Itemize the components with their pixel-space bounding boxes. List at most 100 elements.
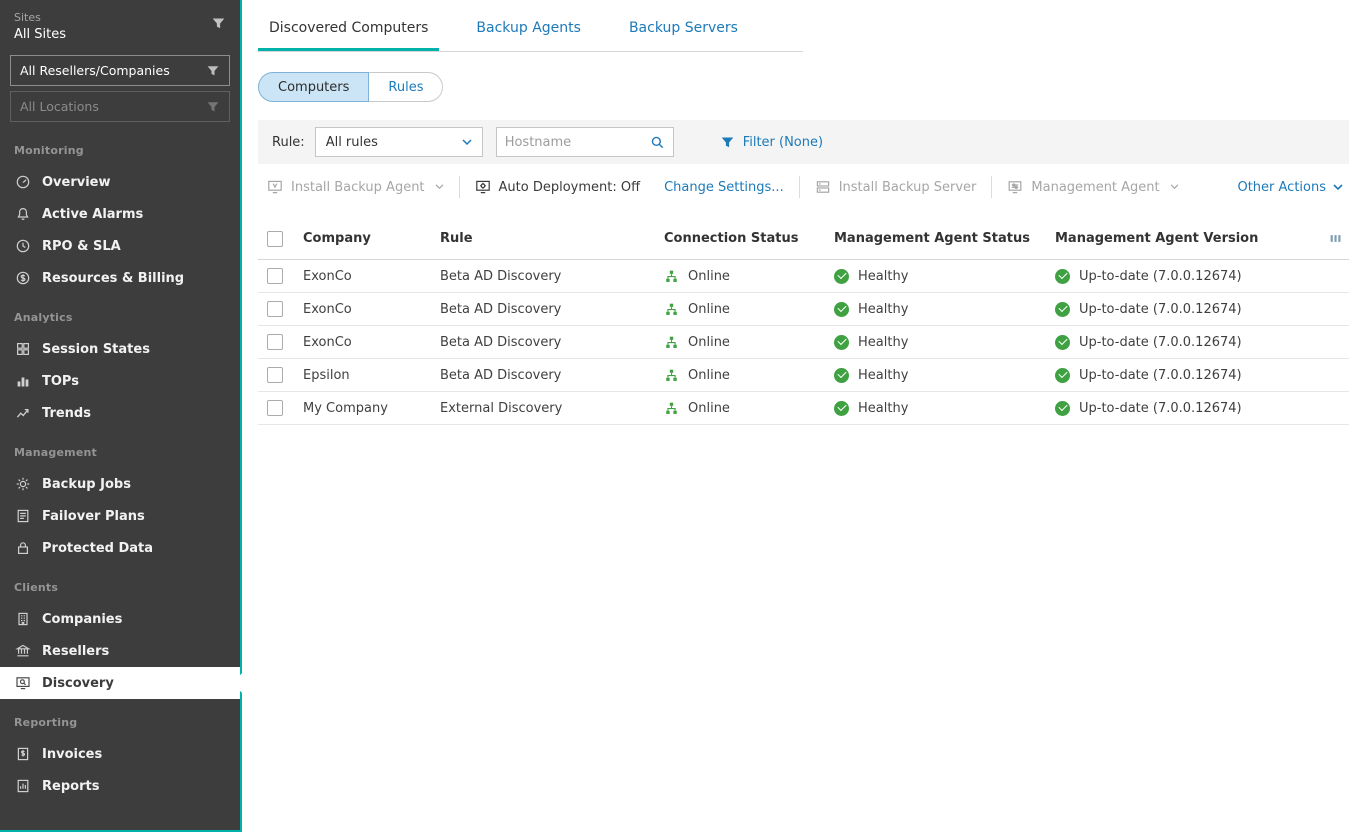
- table-row[interactable]: My Company External Discovery Online Hea…: [258, 392, 1349, 425]
- up-to-date-check-icon: [1055, 368, 1070, 383]
- auto-deployment-button[interactable]: Auto Deployment: Off: [466, 179, 650, 195]
- cell-connection-status: Online: [664, 302, 834, 317]
- sidebar-item-label: Protected Data: [42, 541, 153, 556]
- building-icon: [14, 611, 31, 628]
- table-row[interactable]: Epsilon Beta AD Discovery Online Healthy…: [258, 359, 1349, 392]
- row-checkbox[interactable]: [267, 301, 283, 317]
- toggle-rules[interactable]: Rules: [369, 72, 443, 102]
- toggle-computers[interactable]: Computers: [258, 72, 369, 102]
- cell-connection-status: Online: [664, 401, 834, 416]
- other-actions-label: Other Actions: [1237, 180, 1326, 195]
- other-actions-button[interactable]: Other Actions: [1231, 180, 1349, 195]
- change-settings-link[interactable]: Change Settings...: [655, 180, 793, 195]
- column-header-company[interactable]: Company: [303, 231, 440, 246]
- sidebar-item-label: Failover Plans: [42, 509, 145, 524]
- sidebar-item-discovery[interactable]: Discovery: [0, 667, 240, 699]
- trend-line-icon: [14, 405, 31, 422]
- filter-none-button[interactable]: Filter (None): [720, 135, 823, 150]
- sidebar-item-resources-billing[interactable]: Resources & Billing: [0, 262, 240, 294]
- sidebar-item-label: Backup Jobs: [42, 477, 131, 492]
- sidebar-item-trends[interactable]: Trends: [0, 397, 240, 429]
- sidebar-item-label: Discovery: [42, 676, 114, 691]
- online-network-icon: [664, 302, 679, 317]
- sidebar-item-label: Reports: [42, 779, 99, 794]
- install-backup-server-icon: [815, 179, 831, 195]
- column-header-connection-status[interactable]: Connection Status: [664, 231, 834, 246]
- overview-icon: [14, 174, 31, 191]
- sidebar-item-label: Trends: [42, 406, 91, 421]
- agent-status-text: Healthy: [858, 302, 908, 317]
- sidebar-item-rpo-sla[interactable]: RPO & SLA: [0, 230, 240, 262]
- filter-bar: Rule: All rules Filter (None): [258, 120, 1349, 164]
- connection-status-text: Online: [688, 302, 730, 317]
- select-all-checkbox[interactable]: [267, 231, 283, 247]
- sidebar-item-active-alarms[interactable]: Active Alarms: [0, 198, 240, 230]
- management-agent-icon: [1007, 179, 1023, 195]
- sidebar-item-companies[interactable]: Companies: [0, 603, 240, 635]
- hostname-input[interactable]: [505, 135, 650, 150]
- locations-filter[interactable]: All Locations: [10, 91, 230, 122]
- table-row[interactable]: ExonCo Beta AD Discovery Online Healthy …: [258, 260, 1349, 293]
- cell-rule: Beta AD Discovery: [440, 368, 664, 383]
- row-checkbox[interactable]: [267, 400, 283, 416]
- row-checkbox[interactable]: [267, 334, 283, 350]
- agent-version-text: Up-to-date (7.0.0.12674): [1079, 302, 1242, 317]
- cell-agent-status: Healthy: [834, 335, 1055, 350]
- online-network-icon: [664, 269, 679, 284]
- row-checkbox[interactable]: [267, 268, 283, 284]
- sidebar-item-label: Resources & Billing: [42, 271, 184, 286]
- connection-status-text: Online: [688, 269, 730, 284]
- sidebar-item-reports[interactable]: Reports: [0, 770, 240, 802]
- tab-backup-agents[interactable]: Backup Agents: [465, 16, 592, 51]
- cell-agent-version: Up-to-date (7.0.0.12674): [1055, 335, 1315, 350]
- main-tabs: Discovered Computers Backup Agents Backu…: [258, 16, 803, 52]
- online-network-icon: [664, 368, 679, 383]
- cell-agent-status: Healthy: [834, 302, 1055, 317]
- cell-rule: Beta AD Discovery: [440, 302, 664, 317]
- table-row[interactable]: ExonCo Beta AD Discovery Online Healthy …: [258, 293, 1349, 326]
- sidebar-item-tops[interactable]: TOPs: [0, 365, 240, 397]
- up-to-date-check-icon: [1055, 269, 1070, 284]
- sidebar-item-resellers[interactable]: Resellers: [0, 635, 240, 667]
- sidebar-item-label: Invoices: [42, 747, 102, 762]
- sites-value: All Sites: [14, 27, 66, 42]
- sites-filter-icon[interactable]: [211, 16, 226, 31]
- sidebar-item-invoices[interactable]: Invoices: [0, 738, 240, 770]
- agent-version-text: Up-to-date (7.0.0.12674): [1079, 368, 1242, 383]
- rule-select[interactable]: All rules: [315, 127, 483, 157]
- install-backup-server-label: Install Backup Server: [839, 180, 977, 195]
- hostname-search: [496, 127, 674, 157]
- cell-rule: Beta AD Discovery: [440, 335, 664, 350]
- column-header-agent-status[interactable]: Management Agent Status: [834, 231, 1055, 246]
- sites-selector[interactable]: Sites All Sites: [0, 0, 240, 50]
- sidebar-section-analytics: Analytics: [0, 294, 240, 333]
- column-header-agent-version[interactable]: Management Agent Version: [1055, 231, 1315, 246]
- sidebar-item-overview[interactable]: Overview: [0, 166, 240, 198]
- search-icon[interactable]: [650, 135, 665, 150]
- install-backup-server-button[interactable]: Install Backup Server: [806, 179, 986, 195]
- column-chooser-icon[interactable]: [1328, 231, 1343, 246]
- install-backup-agent-label: Install Backup Agent: [291, 180, 425, 195]
- sidebar-item-protected-data[interactable]: Protected Data: [0, 532, 240, 564]
- up-to-date-check-icon: [1055, 401, 1070, 416]
- tab-discovered-computers[interactable]: Discovered Computers: [258, 16, 439, 51]
- sidebar-item-label: Overview: [42, 175, 111, 190]
- tab-backup-servers[interactable]: Backup Servers: [618, 16, 749, 51]
- install-backup-agent-button[interactable]: Install Backup Agent: [258, 179, 453, 195]
- agent-version-text: Up-to-date (7.0.0.12674): [1079, 401, 1242, 416]
- resellers-companies-filter[interactable]: All Resellers/Companies: [10, 55, 230, 86]
- column-header-rule[interactable]: Rule: [440, 231, 664, 246]
- sidebar-item-backup-jobs[interactable]: Backup Jobs: [0, 468, 240, 500]
- gear-icon: [14, 476, 31, 493]
- management-agent-button[interactable]: Management Agent: [998, 179, 1187, 195]
- filter-none-label: Filter (None): [743, 135, 823, 150]
- sidebar-item-session-states[interactable]: Session States: [0, 333, 240, 365]
- cell-agent-version: Up-to-date (7.0.0.12674): [1055, 368, 1315, 383]
- row-checkbox[interactable]: [267, 367, 283, 383]
- sidebar-item-failover-plans[interactable]: Failover Plans: [0, 500, 240, 532]
- computers-table: Company Rule Connection Status Managemen…: [258, 218, 1349, 425]
- chevron-down-icon: [462, 139, 472, 146]
- filter-funnel-icon: [720, 135, 735, 150]
- table-row[interactable]: ExonCo Beta AD Discovery Online Healthy …: [258, 326, 1349, 359]
- agent-version-text: Up-to-date (7.0.0.12674): [1079, 335, 1242, 350]
